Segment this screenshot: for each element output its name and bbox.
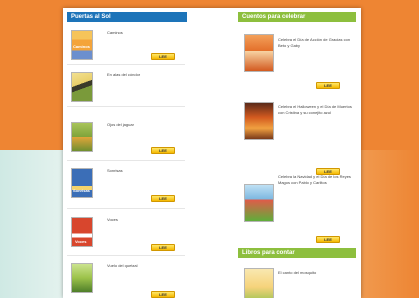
cover-art: Sonrisas xyxy=(72,169,92,197)
content-panel: Puertas al Sol Caminos Caminos LEE En al… xyxy=(63,8,361,298)
divider xyxy=(67,208,185,209)
read-button[interactable]: LEE xyxy=(151,244,175,251)
read-button[interactable]: LEE xyxy=(151,195,175,202)
book-cover[interactable] xyxy=(71,72,93,102)
book-cover[interactable] xyxy=(244,102,274,140)
book-title: Celebra el Halloween y el Día de Muertos… xyxy=(278,104,352,115)
divider xyxy=(67,255,185,256)
book-title: Celebra la Navidad y el Día de los Reyes… xyxy=(278,174,351,185)
divider xyxy=(67,106,185,107)
cover-art: Voces xyxy=(72,218,92,246)
book-cover[interactable] xyxy=(244,34,274,72)
section-header: Cuentos para celebrar xyxy=(238,12,356,22)
background-panel-right xyxy=(360,150,419,298)
read-button[interactable]: LEE xyxy=(151,53,175,60)
cover-art xyxy=(245,103,273,139)
collection-cuentos-para-celebrar: Cuentos para celebrar Celebra el Día de … xyxy=(238,12,356,298)
book-cover[interactable]: Voces xyxy=(71,217,93,247)
book-title: Sonrisas xyxy=(107,168,123,173)
collection-puertas-al-sol: Puertas al Sol Caminos Caminos LEE En al… xyxy=(67,12,187,298)
cover-art xyxy=(72,123,92,151)
cover-art xyxy=(72,73,92,101)
book-title: Ojos del jaguar xyxy=(107,122,134,127)
cover-art xyxy=(245,35,273,71)
read-button[interactable]: LEE xyxy=(316,82,340,89)
book-title: Celebra el Día de Acción de Gracias con … xyxy=(278,37,351,48)
cover-title: Caminos xyxy=(73,44,90,49)
background-panel-left xyxy=(0,150,70,298)
book-cover[interactable] xyxy=(244,268,274,298)
book-title: Caminos xyxy=(107,30,123,35)
read-button[interactable]: LEE xyxy=(151,147,175,154)
section-header: Puertas al Sol xyxy=(67,12,187,22)
cover-art: Caminos xyxy=(72,31,92,59)
book-title: Voces xyxy=(107,217,118,222)
cover-art xyxy=(245,269,273,298)
divider xyxy=(67,160,185,161)
cover-art xyxy=(245,185,273,221)
read-button[interactable]: LEE xyxy=(316,236,340,243)
book-cover[interactable] xyxy=(244,184,274,222)
book-cover[interactable] xyxy=(71,122,93,152)
book-cover[interactable] xyxy=(71,263,93,293)
read-button[interactable]: LEE xyxy=(151,291,175,298)
book-cover[interactable]: Sonrisas xyxy=(71,168,93,198)
cover-art xyxy=(72,264,92,292)
cover-title: Voces xyxy=(75,239,87,244)
book-cover[interactable]: Caminos xyxy=(71,30,93,60)
book-title: En alas del cóndor xyxy=(107,72,141,77)
section-header: Libros para contar xyxy=(238,248,356,258)
book-title: Vuelo del quetzal xyxy=(107,263,138,268)
book-title: El canto del mosquito xyxy=(278,270,317,275)
divider xyxy=(67,64,185,65)
cover-title: Sonrisas xyxy=(73,188,90,193)
